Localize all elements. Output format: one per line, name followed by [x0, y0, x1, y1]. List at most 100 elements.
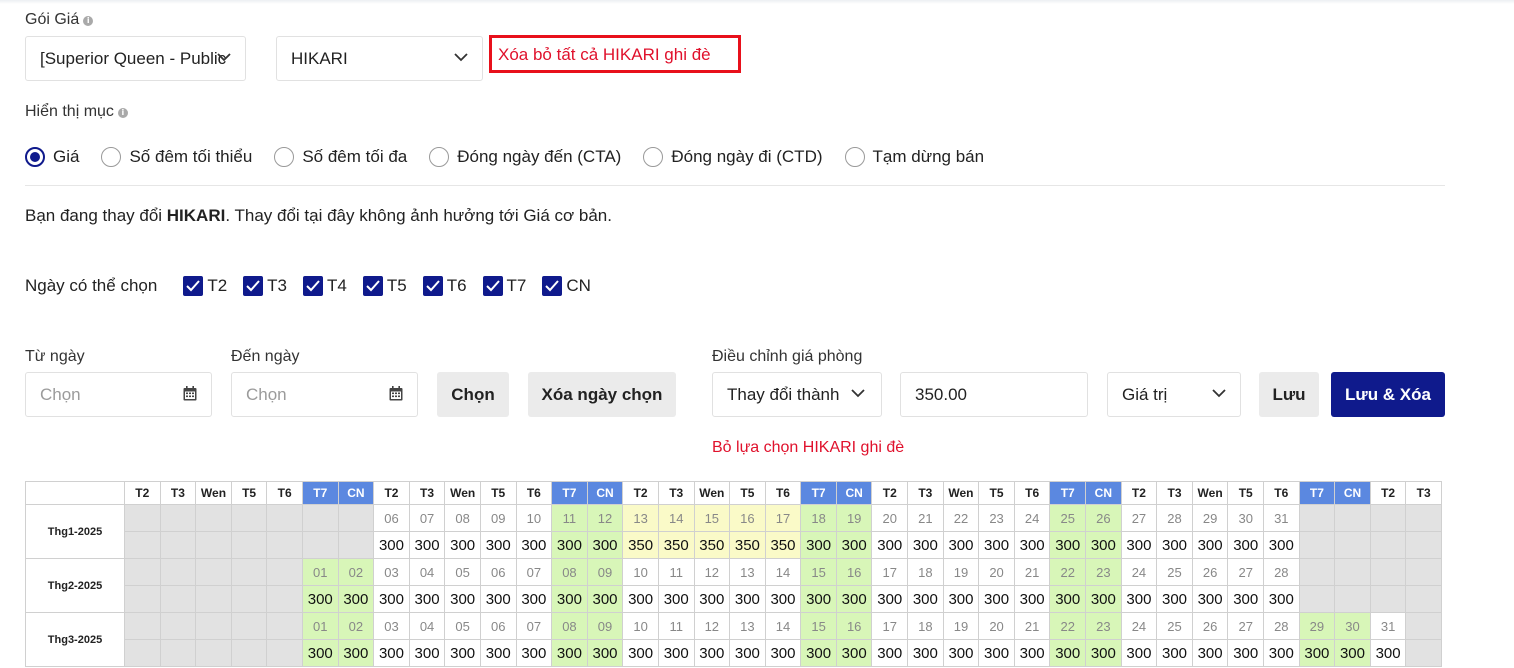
- price-cell[interactable]: 300: [479, 531, 517, 559]
- price-cell[interactable]: 300: [408, 639, 446, 667]
- checkbox-wed[interactable]: T4: [303, 276, 347, 296]
- price-cell[interactable]: 300: [337, 585, 375, 613]
- day-number-cell[interactable]: 28: [1263, 612, 1300, 640]
- day-number-cell[interactable]: 28: [1156, 504, 1193, 532]
- day-number-cell[interactable]: 26: [1085, 504, 1122, 532]
- price-cell[interactable]: 300: [693, 585, 731, 613]
- day-number-cell[interactable]: 23: [1085, 558, 1122, 586]
- day-number-cell[interactable]: 12: [693, 558, 731, 586]
- day-number-cell[interactable]: 01: [301, 558, 339, 586]
- day-number-cell[interactable]: 24: [1013, 504, 1051, 532]
- day-number-cell[interactable]: 29: [1298, 612, 1336, 640]
- day-number-cell[interactable]: 11: [551, 504, 588, 532]
- checkbox-sun[interactable]: CN: [542, 276, 591, 296]
- price-cell[interactable]: 300: [835, 639, 873, 667]
- choose-button[interactable]: Chọn: [437, 372, 509, 417]
- price-cell[interactable]: 300: [622, 585, 659, 613]
- price-cell[interactable]: 300: [551, 585, 588, 613]
- clear-dates-button[interactable]: Xóa ngày chọn: [528, 372, 676, 417]
- day-number-cell[interactable]: 17: [871, 612, 909, 640]
- price-cell[interactable]: 300: [764, 639, 802, 667]
- save-button[interactable]: Lưu: [1259, 372, 1319, 417]
- day-number-cell[interactable]: 20: [978, 612, 1015, 640]
- day-number-cell[interactable]: 12: [693, 612, 731, 640]
- price-cell[interactable]: 300: [337, 639, 375, 667]
- price-cell[interactable]: 300: [871, 585, 909, 613]
- day-number-cell[interactable]: 02: [337, 558, 375, 586]
- price-cell[interactable]: 300: [764, 585, 802, 613]
- day-number-cell[interactable]: 27: [1227, 612, 1264, 640]
- day-number-cell[interactable]: 05: [444, 558, 481, 586]
- price-cell[interactable]: 350: [657, 531, 695, 559]
- day-number-cell[interactable]: 07: [408, 504, 446, 532]
- price-cell[interactable]: 300: [907, 531, 944, 559]
- day-number-cell[interactable]: 09: [586, 612, 624, 640]
- day-number-cell[interactable]: 22: [942, 504, 980, 532]
- from-date-input[interactable]: Chọn: [25, 372, 212, 417]
- day-number-cell[interactable]: 01: [301, 612, 339, 640]
- price-cell[interactable]: 300: [871, 639, 909, 667]
- day-number-cell[interactable]: 14: [764, 612, 802, 640]
- day-number-cell[interactable]: 10: [622, 612, 659, 640]
- price-cell[interactable]: 300: [1263, 585, 1300, 613]
- price-cell[interactable]: 350: [729, 531, 766, 559]
- day-number-cell[interactable]: 04: [408, 612, 446, 640]
- checkbox-mon[interactable]: T2: [183, 276, 227, 296]
- day-number-cell[interactable]: 31: [1263, 504, 1300, 532]
- day-number-cell[interactable]: 16: [729, 504, 766, 532]
- day-number-cell[interactable]: 25: [1156, 558, 1193, 586]
- checkbox-fri[interactable]: T6: [422, 276, 467, 296]
- checkbox-checked-icon[interactable]: [362, 276, 383, 296]
- day-number-cell[interactable]: 22: [1049, 558, 1087, 586]
- price-cell[interactable]: 300: [657, 585, 695, 613]
- day-number-cell[interactable]: 21: [1013, 558, 1051, 586]
- day-number-cell[interactable]: 06: [479, 612, 517, 640]
- day-number-cell[interactable]: 16: [835, 558, 873, 586]
- day-number-cell[interactable]: 11: [657, 558, 695, 586]
- day-number-cell[interactable]: 15: [693, 504, 731, 532]
- price-cell[interactable]: 300: [1334, 639, 1371, 667]
- checkbox-tue[interactable]: T3: [243, 276, 287, 296]
- price-cell[interactable]: 300: [1227, 531, 1264, 559]
- price-cell[interactable]: 300: [1013, 531, 1051, 559]
- day-number-cell[interactable]: 20: [978, 558, 1015, 586]
- day-number-cell[interactable]: 19: [942, 558, 980, 586]
- price-cell[interactable]: 300: [835, 531, 873, 559]
- price-cell[interactable]: 300: [515, 531, 553, 559]
- day-number-cell[interactable]: 15: [800, 558, 837, 586]
- day-number-cell[interactable]: 24: [1120, 612, 1158, 640]
- day-number-cell[interactable]: 26: [1191, 558, 1229, 586]
- price-cell[interactable]: 300: [479, 585, 517, 613]
- day-number-cell[interactable]: 21: [1013, 612, 1051, 640]
- day-number-cell[interactable]: 20: [871, 504, 909, 532]
- checkbox-thu[interactable]: T5: [362, 276, 407, 296]
- price-cell[interactable]: 300: [1263, 531, 1300, 559]
- price-cell[interactable]: 300: [586, 639, 624, 667]
- checkbox-sat[interactable]: T7: [482, 276, 526, 296]
- checkbox-checked-icon[interactable]: [243, 276, 264, 296]
- radio-indicator[interactable]: [101, 147, 122, 167]
- price-cell[interactable]: 300: [1191, 639, 1229, 667]
- price-cell[interactable]: 300: [1156, 531, 1193, 559]
- rate-plan-select[interactable]: HIKARI: [276, 36, 483, 81]
- price-cell[interactable]: 300: [1120, 639, 1158, 667]
- day-number-cell[interactable]: 08: [444, 504, 481, 532]
- price-cell[interactable]: 300: [942, 639, 980, 667]
- price-cell[interactable]: 300: [871, 531, 909, 559]
- day-number-cell[interactable]: 04: [408, 558, 446, 586]
- price-cell[interactable]: 300: [693, 639, 731, 667]
- radio-stop-sell[interactable]: Tạm dừng bán: [844, 147, 984, 167]
- price-cell[interactable]: 300: [373, 585, 410, 613]
- day-number-cell[interactable]: 21: [907, 504, 944, 532]
- price-cell[interactable]: 300: [1298, 639, 1336, 667]
- day-number-cell[interactable]: 13: [729, 558, 766, 586]
- day-number-cell[interactable]: 26: [1191, 612, 1229, 640]
- day-number-cell[interactable]: 18: [907, 612, 944, 640]
- room-type-select[interactable]: [Superior Queen - Public: [25, 36, 246, 81]
- day-number-cell[interactable]: 30: [1334, 612, 1371, 640]
- day-number-cell[interactable]: 11: [657, 612, 695, 640]
- day-number-cell[interactable]: 19: [835, 504, 873, 532]
- price-cell[interactable]: 300: [551, 639, 588, 667]
- day-number-cell[interactable]: 23: [978, 504, 1015, 532]
- price-cell[interactable]: 300: [1156, 585, 1193, 613]
